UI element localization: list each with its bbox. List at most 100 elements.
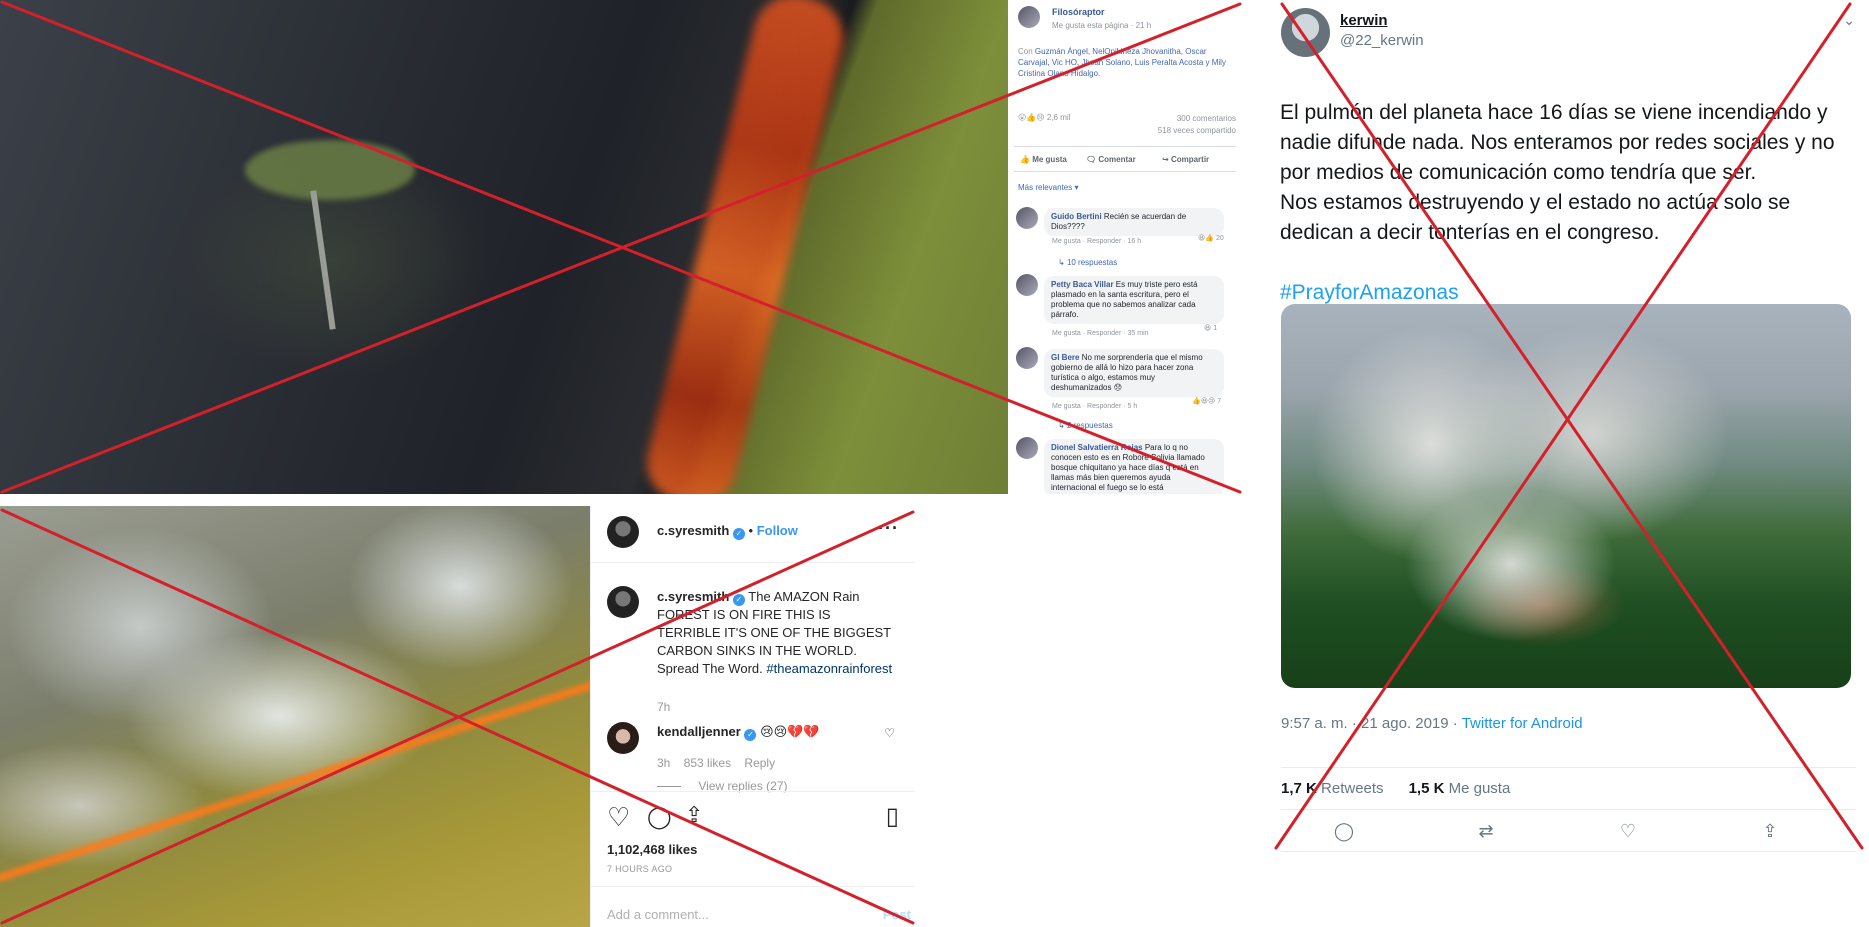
chevron-down-icon[interactable]: ⌄ <box>1843 12 1855 29</box>
caption-hashtag[interactable]: #theamazonrainforest <box>766 661 892 676</box>
comment-actions: Me gusta · Responder · 35 min <box>1052 330 1149 337</box>
caption: c.syresmith ✓ The AMAZON Rain FOREST IS … <box>657 588 897 678</box>
comment-bubble: Gl Bere No me sorprendería que el mismo … <box>1044 349 1224 397</box>
posted-time[interactable]: 7 HOURS AGO <box>607 864 672 874</box>
user-avatar[interactable] <box>1281 8 1330 57</box>
input-divider <box>591 886 915 887</box>
tree-trunk <box>310 190 336 330</box>
follow-button[interactable]: Follow <box>757 523 798 538</box>
comment-avatar[interactable] <box>1016 207 1038 229</box>
tweet-body: El pulmón del planeta hace 16 días se vi… <box>1280 101 1835 244</box>
forest-fire-photo <box>0 0 1008 494</box>
liked-status[interactable]: Me gusta esta página <box>1052 21 1129 30</box>
instagram-sidebar: c.syresmith ✓ • Follow ··· c.syresmith ✓… <box>590 506 915 927</box>
tweet-photo-forest-fire[interactable] <box>1281 304 1851 688</box>
like-heart-icon[interactable]: ♡ <box>1617 820 1639 842</box>
comment-like-heart-icon[interactable]: ♡ <box>884 726 895 740</box>
comment-likes[interactable]: 853 likes <box>684 756 731 770</box>
speech-bubble-icon: 🗨 <box>1086 155 1097 164</box>
reactions-summary[interactable]: 😮👍😢 2,6 mil <box>1018 113 1070 122</box>
tagged-names[interactable]: Guzmán Ángel, NelOpikineza Jhovanitha, O… <box>1018 47 1226 78</box>
reaction-icons: 😮👍😢 <box>1018 113 1045 122</box>
header-divider <box>591 562 915 563</box>
more-options-icon[interactable]: ··· <box>878 518 899 539</box>
view-replies[interactable]: ↳ 10 respuestas <box>1058 258 1117 267</box>
comment-reactions[interactable]: 😆👍 20 <box>1198 234 1224 242</box>
comment-bubble: Petty Baca Villar Es muy triste pero est… <box>1044 276 1224 324</box>
display-name[interactable]: kerwin <box>1340 12 1388 29</box>
comment-avatar[interactable] <box>1016 274 1038 296</box>
tweet-source[interactable]: Twitter for Android <box>1462 715 1583 732</box>
comment-bubble: Guido Bertini Recién se acuerdan de Dios… <box>1044 208 1224 236</box>
verified-badge-icon: ✓ <box>744 729 757 741</box>
reactions-count: 2,6 mil <box>1046 113 1071 122</box>
like-heart-icon[interactable]: ♡ <box>607 802 630 833</box>
share-arrow-icon: ↪ <box>1162 155 1169 164</box>
facebook-post-panel: Filosóraptor Me gusta esta página · 21 h… <box>0 0 1242 494</box>
amazon-fire-photo <box>0 506 606 927</box>
tweet-hashtag[interactable]: #PrayforAmazonas <box>1280 281 1459 304</box>
author-avatar[interactable] <box>607 516 639 548</box>
add-comment-input[interactable]: Add a comment... <box>607 907 709 922</box>
verified-badge-icon: ✓ <box>732 528 745 540</box>
comment-reactions[interactable]: 😆 1 <box>1204 324 1217 332</box>
post-time[interactable]: 21 h <box>1136 21 1152 30</box>
engagement-counts: 300 comentarios 518 veces compartido <box>1158 113 1236 137</box>
retweet-icon[interactable]: ⇄ <box>1475 820 1497 842</box>
thumbs-up-icon: 👍 <box>1020 155 1030 164</box>
comment-reply-button[interactable]: Reply <box>744 756 775 770</box>
comments-count[interactable]: 300 comentarios <box>1158 113 1236 125</box>
commenter-avatar[interactable] <box>607 722 639 754</box>
likes-stat[interactable]: 1,5 K Me gusta <box>1409 780 1511 797</box>
view-replies[interactable]: ↳ 2 respuestas <box>1058 421 1113 430</box>
tree-crown <box>245 140 415 200</box>
total-likes[interactable]: 1,102,468 likes <box>607 842 697 857</box>
comment-text: 😢😢💔💔 <box>760 724 820 739</box>
comment-actions: Me gusta · Responder · 16 h <box>1052 238 1142 245</box>
share-button[interactable]: ↪ Compartir <box>1162 155 1209 164</box>
reply-icon[interactable]: ◯ <box>1333 820 1355 842</box>
tweet-text: El pulmón del planeta hace 16 días se vi… <box>1280 68 1860 308</box>
caption-avatar[interactable] <box>607 586 639 618</box>
post-comment-button[interactable]: Post <box>883 907 911 922</box>
post-meta: Me gusta esta página · 21 h <box>1052 21 1152 30</box>
comment-button[interactable]: 🗨 Comentar <box>1086 155 1136 164</box>
tagged-people: Con Guzmán Ángel, NelOpikineza Jhovanith… <box>1018 46 1236 79</box>
verified-badge-icon: ✓ <box>732 594 745 606</box>
comment-meta: 3h 853 likes Reply <box>657 756 775 770</box>
comment-author[interactable]: Guido Bertini <box>1051 212 1102 221</box>
bookmark-icon[interactable]: ▯ <box>886 802 899 831</box>
comment-author[interactable]: Gl Bere <box>1051 353 1079 362</box>
tweet-timestamp[interactable]: 9:57 a. m. · 21 ago. 2019 · <box>1281 715 1458 732</box>
commenter-username[interactable]: kendalljenner <box>657 724 741 739</box>
caption-username[interactable]: c.syresmith <box>657 589 729 604</box>
with-label: Con <box>1018 47 1033 56</box>
page-avatar[interactable] <box>1018 6 1040 28</box>
comment-author[interactable]: Dionel Salvatierra Rojas <box>1051 443 1143 452</box>
tweet-action-bar: ◯ ⇄ ♡ ⇪ <box>1281 808 1856 852</box>
comment-avatar[interactable] <box>1016 347 1038 369</box>
comment-avatar[interactable] <box>1016 437 1038 459</box>
share-icon[interactable]: ⇪ <box>685 802 703 828</box>
instagram-post-panel: c.syresmith ✓ • Follow ··· c.syresmith ✓… <box>0 506 915 927</box>
share-icon[interactable]: ⇪ <box>1759 820 1781 842</box>
comment-bubble: Dionel Salvatierra Rojas Para lo q no co… <box>1044 439 1224 494</box>
comment: kendalljenner ✓ 😢😢💔💔 <box>657 724 820 741</box>
like-button[interactable]: 👍 Me gusta <box>1020 155 1067 164</box>
comment-author[interactable]: Petty Baca Villar <box>1051 280 1114 289</box>
shares-count[interactable]: 518 veces compartido <box>1158 125 1236 137</box>
author-username[interactable]: c.syresmith <box>657 523 729 538</box>
caption-time[interactable]: 7h <box>657 700 670 714</box>
comment-bubble-icon[interactable]: ◯ <box>647 804 672 830</box>
retweets-stat[interactable]: 1,7 K Retweets <box>1281 780 1384 797</box>
comment-reactions[interactable]: 👍😆😢 7 <box>1192 397 1221 405</box>
comment-time[interactable]: 3h <box>657 756 670 770</box>
fire-line <box>0 677 606 883</box>
actions-divider <box>591 791 915 792</box>
user-handle[interactable]: @22_kerwin <box>1340 32 1424 49</box>
page-name[interactable]: Filosóraptor <box>1052 7 1105 17</box>
tweet-meta: 9:57 a. m. · 21 ago. 2019 · Twitter for … <box>1281 715 1583 732</box>
twitter-post-panel: kerwin @22_kerwin ⌄ El pulmón del planet… <box>1268 0 1869 856</box>
sort-comments[interactable]: Más relevantes ▾ <box>1018 183 1079 192</box>
fire-front <box>638 0 852 494</box>
